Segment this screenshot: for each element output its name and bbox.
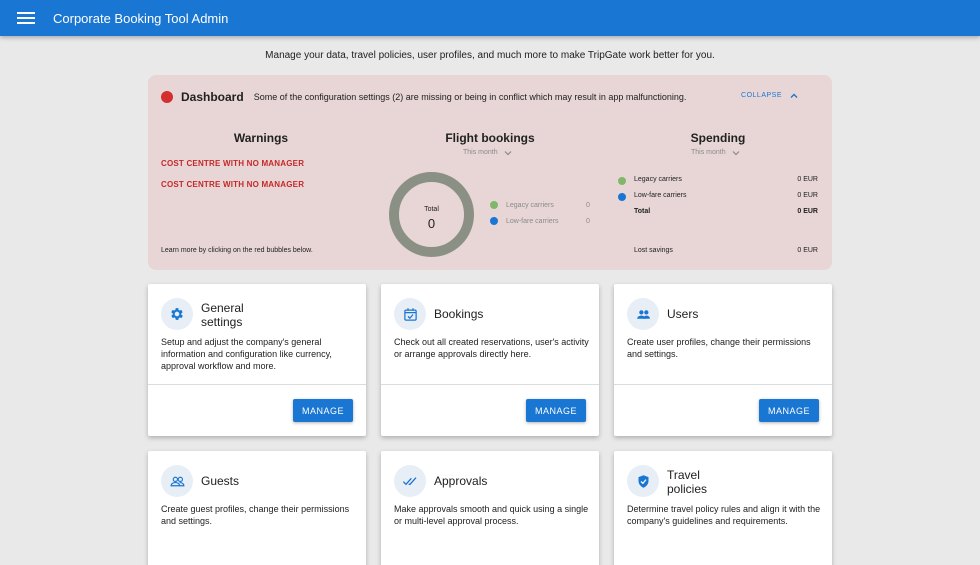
card-description: Determine travel policy rules and align … xyxy=(627,504,821,526)
card-general-settings: General settings Setup and adjust the co… xyxy=(148,284,366,436)
manage-button[interactable]: MANAGE xyxy=(759,399,819,422)
card-title: Bookings xyxy=(434,307,484,321)
spending-value: 0 EUR xyxy=(797,192,818,199)
low-fare-dot-icon xyxy=(490,217,498,225)
card-title-line: Travel xyxy=(667,468,700,482)
lost-savings-label: Lost savings xyxy=(634,247,673,254)
card-divider xyxy=(381,384,599,385)
card-title: Users xyxy=(667,307,699,321)
card-divider xyxy=(614,384,832,385)
spending-row-total: Total 0 EUR xyxy=(618,208,818,218)
legend-value: 0 xyxy=(586,202,590,209)
chevron-up-icon[interactable] xyxy=(788,90,800,102)
dashboard-message: Some of the configuration settings (2) a… xyxy=(253,92,687,102)
shield-check-icon xyxy=(627,465,659,497)
card-description: Create user profiles, change their permi… xyxy=(627,337,811,359)
users-icon xyxy=(627,298,659,330)
donut-total-value: 0 xyxy=(427,216,436,231)
spending-row-lost-savings: Lost savings 0 EUR xyxy=(618,247,818,257)
low-fare-dot-icon xyxy=(618,193,626,201)
card-title: General settings xyxy=(201,301,244,329)
card-bookings: Bookings Check out all created reservati… xyxy=(381,284,599,436)
dashboard-title: Dashboard xyxy=(181,90,244,104)
double-check-icon xyxy=(394,465,426,497)
warnings-footer: Learn more by clicking on the red bubble… xyxy=(161,247,313,254)
spending-total-value: 0 EUR xyxy=(797,208,818,215)
spending-total-label: Total xyxy=(634,208,651,215)
card-title: Guests xyxy=(201,474,240,488)
dashboard-header: Dashboard Some of the configuration sett… xyxy=(161,89,818,105)
legend-low-fare-carriers: Low-fare carriers xyxy=(490,217,559,225)
spending-period-label: This month xyxy=(691,149,726,156)
dashboard-panel: Dashboard Some of the configuration sett… xyxy=(148,75,832,270)
legend-label: Low-fare carriers xyxy=(506,217,559,225)
gear-icon xyxy=(161,298,193,330)
card-description: Setup and adjust the company's general i… xyxy=(161,337,332,371)
card-travel-policies: Travel policies Determine travel policy … xyxy=(614,451,832,565)
app-bar: Corporate Booking Tool Admin xyxy=(0,0,980,36)
legacy-dot-icon xyxy=(490,201,498,209)
card-title-line: policies xyxy=(667,482,708,496)
card-users: Users Create user profiles, change their… xyxy=(614,284,832,436)
collapse-button[interactable]: COLLAPSE xyxy=(741,92,782,99)
card-approvals: Approvals Make approvals smooth and quic… xyxy=(381,451,599,565)
hamburger-menu-icon[interactable] xyxy=(17,11,35,25)
app-title: Corporate Booking Tool Admin xyxy=(53,10,229,26)
lost-savings-value: 0 EUR xyxy=(797,247,818,254)
card-guests: Guests Create guest profiles, change the… xyxy=(148,451,366,565)
legend-label: Legacy carriers xyxy=(506,201,554,209)
card-description: Check out all created reservations, user… xyxy=(394,337,589,359)
manage-button[interactable]: MANAGE xyxy=(526,399,586,422)
card-description: Make approvals smooth and quick using a … xyxy=(394,504,589,526)
spending-title: Spending xyxy=(690,131,746,145)
legend-legacy-carriers: Legacy carriers xyxy=(490,201,554,209)
spending-row-legacy: Legacy carriers 0 EUR xyxy=(618,176,818,186)
legend-value: 0 xyxy=(586,218,590,225)
warning-item[interactable]: COST CENTRE WITH NO MANAGER xyxy=(161,180,304,189)
card-title: Approvals xyxy=(434,474,488,488)
manage-button[interactable]: MANAGE xyxy=(293,399,353,422)
page-subtitle: Manage your data, travel policies, user … xyxy=(265,50,715,61)
guests-icon xyxy=(161,465,193,497)
card-title-line: settings xyxy=(201,315,243,329)
warnings-title: Warnings xyxy=(233,131,289,145)
card-description: Create guest profiles, change their perm… xyxy=(161,504,350,526)
card-title-line: General xyxy=(201,301,244,315)
flight-period-select[interactable]: This month xyxy=(463,149,512,156)
donut-total-label: Total xyxy=(424,206,439,213)
spending-label: Low-fare carriers xyxy=(634,192,687,199)
flight-period-label: This month xyxy=(463,149,498,156)
card-title: Travel policies xyxy=(667,468,707,496)
calendar-check-icon xyxy=(394,298,426,330)
chevron-down-icon xyxy=(504,150,512,155)
warning-item[interactable]: COST CENTRE WITH NO MANAGER xyxy=(161,159,304,168)
card-divider xyxy=(148,384,366,385)
spending-value: 0 EUR xyxy=(797,176,818,183)
spending-row-low-fare: Low-fare carriers 0 EUR xyxy=(618,192,818,202)
flight-bookings-title: Flight bookings xyxy=(445,131,535,145)
status-dot-icon xyxy=(161,91,173,103)
legacy-dot-icon xyxy=(618,177,626,185)
chevron-down-icon xyxy=(732,150,740,155)
flight-bookings-donut: Total 0 xyxy=(389,172,474,257)
spending-period-select[interactable]: This month xyxy=(691,149,740,156)
spending-label: Legacy carriers xyxy=(634,176,682,183)
